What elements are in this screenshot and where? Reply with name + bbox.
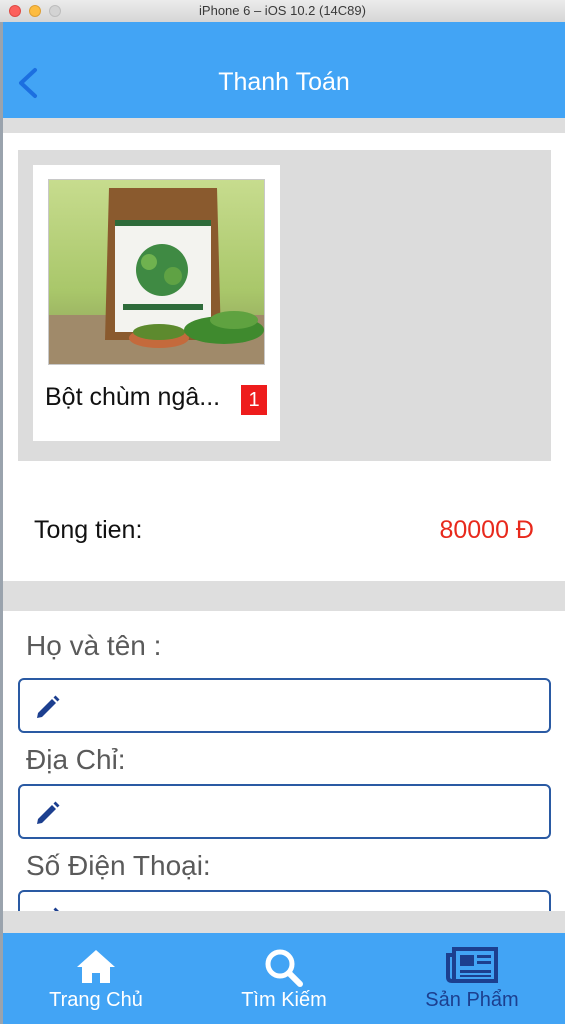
navigation-bar: Thanh Toán: [3, 22, 565, 118]
address-field[interactable]: [18, 784, 551, 839]
address-label: Địa Chỉ:: [26, 744, 126, 775]
tab-home[interactable]: Trang Chủ: [3, 933, 189, 1024]
total-label: Tong tien:: [34, 516, 143, 544]
total-value: 80000 Đ: [439, 516, 534, 544]
full-name-label: Họ và tên :: [26, 630, 162, 661]
search-icon: [265, 949, 303, 987]
pencil-icon: [37, 695, 60, 718]
full-name-field[interactable]: [18, 678, 551, 733]
page-title: Thanh Toán: [218, 68, 350, 96]
tab-bar: Trang Chủ Tìm Kiếm Sản Phẩm: [3, 933, 565, 1024]
tab-search[interactable]: Tìm Kiếm: [191, 933, 377, 1024]
phone-label: Số Điện Thoại:: [26, 850, 211, 881]
window-title: iPhone 6 – iOS 10.2 (14C89): [199, 3, 366, 18]
pencil-icon: [37, 801, 60, 824]
address-input[interactable]: [76, 792, 539, 834]
phone-screen: Thanh Toán Bột chùm ngâ... 1 Tong tien: …: [3, 22, 565, 1024]
tab-products[interactable]: Sản Phẩm: [379, 933, 565, 1024]
divider-band: [3, 118, 565, 133]
cart-items-area: Bột chùm ngâ... 1: [18, 150, 551, 461]
divider-band: [3, 911, 565, 933]
quantity-badge: 1: [241, 385, 267, 415]
home-icon: [77, 950, 115, 983]
product-card[interactable]: Bột chùm ngâ... 1: [33, 165, 280, 441]
newspaper-icon: [446, 947, 498, 983]
tab-search-label: Tìm Kiếm: [241, 989, 327, 1011]
window-titlebar: iPhone 6 – iOS 10.2 (14C89): [0, 0, 565, 23]
divider-band: [3, 581, 565, 611]
tab-home-label: Trang Chủ: [49, 989, 143, 1011]
product-image: [48, 179, 265, 365]
full-name-input[interactable]: [76, 686, 539, 728]
product-name: Bột chùm ngâ...: [45, 383, 221, 411]
tab-products-label: Sản Phẩm: [425, 989, 519, 1011]
